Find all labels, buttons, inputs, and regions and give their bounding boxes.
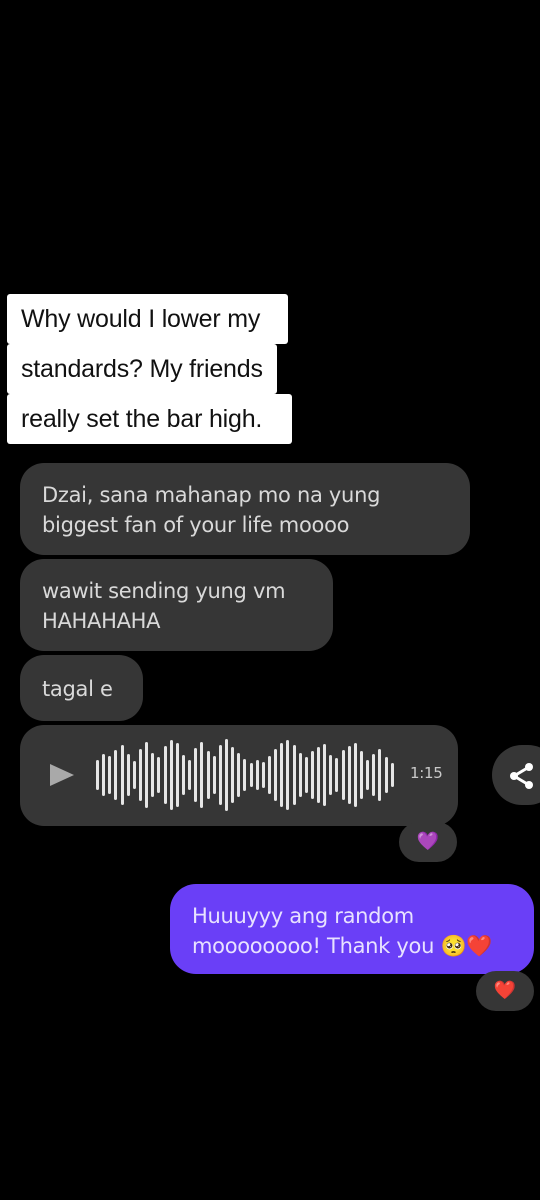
share-icon (510, 763, 533, 789)
waveform-bar (157, 757, 161, 793)
waveform-bar (347, 746, 351, 804)
waveform-bar (366, 760, 370, 790)
waveform-bar (353, 743, 357, 807)
waveform-bar (310, 751, 314, 799)
incoming-message-bubble[interactable]: wawit sending yung vm HAHAHAHA (20, 559, 333, 651)
waveform-bar (286, 740, 290, 810)
overlay-caption: Why would I lower my standards? My frien… (7, 294, 357, 444)
waveform-bar (181, 755, 185, 795)
waveform-bar (151, 753, 155, 797)
waveform-bar (261, 762, 265, 788)
waveform-bar (163, 746, 167, 804)
waveform-bar (249, 763, 253, 787)
waveform-bar (237, 753, 241, 797)
waveform-bar (206, 751, 210, 799)
waveform-bar (218, 745, 222, 805)
waveform-bar (212, 756, 216, 794)
waveform-bar (341, 750, 345, 800)
incoming-message-bubble[interactable]: tagal e (20, 655, 143, 721)
waveform-bar (108, 756, 112, 794)
waveform-bar (304, 757, 308, 793)
waveform-bar (96, 760, 99, 790)
waveform-bar (188, 760, 192, 790)
waveform-bar (145, 742, 149, 808)
waveform-bar (267, 756, 271, 794)
waveform-bar (231, 747, 235, 803)
waveform-bar (243, 759, 247, 791)
waveform-bar (224, 739, 228, 811)
waveform-bar (200, 742, 204, 808)
waveform-bar (102, 754, 106, 796)
waveform-bar (274, 749, 278, 801)
waveform-bar (323, 744, 327, 806)
waveform-bar (194, 748, 198, 802)
voice-message-bubble[interactable]: 1:15 (20, 725, 458, 826)
waveform-bar (175, 743, 179, 807)
waveform-bar (280, 743, 284, 807)
caption-line-1: Why would I lower my (7, 294, 289, 344)
waveform-bar (255, 760, 259, 790)
waveform-bar (120, 745, 124, 805)
waveform-bar (390, 763, 394, 787)
voice-duration: 1:15 (410, 764, 443, 782)
waveform-bar (360, 751, 364, 799)
caption-line-3: really set the bar high. (7, 394, 293, 444)
waveform-bar (317, 747, 321, 803)
waveform-bar (329, 755, 333, 795)
waveform-bar (372, 754, 376, 796)
waveform-bar (114, 750, 118, 800)
waveform-bar (335, 758, 339, 792)
waveform-bar (378, 749, 382, 801)
waveform-bar (126, 754, 130, 796)
waveform-bar (169, 740, 173, 810)
outgoing-message-bubble[interactable]: Huuuyyy ang random moooooooo! Thank you … (170, 884, 534, 974)
heart-reaction-badge[interactable]: ❤️ (476, 971, 534, 1011)
waveform-bar (298, 753, 302, 797)
waveform-bar (292, 745, 296, 805)
heart-reaction-badge[interactable]: 💜 (399, 822, 457, 862)
voice-waveform[interactable] (96, 738, 394, 812)
waveform-bar (138, 749, 142, 801)
incoming-message-bubble[interactable]: Dzai, sana mahanap mo na yung biggest fa… (20, 463, 470, 555)
caption-line-2: standards? My friends (7, 344, 277, 394)
waveform-bar (384, 757, 388, 793)
waveform-bar (132, 761, 136, 789)
share-button[interactable] (492, 745, 540, 805)
play-icon[interactable] (50, 764, 74, 786)
